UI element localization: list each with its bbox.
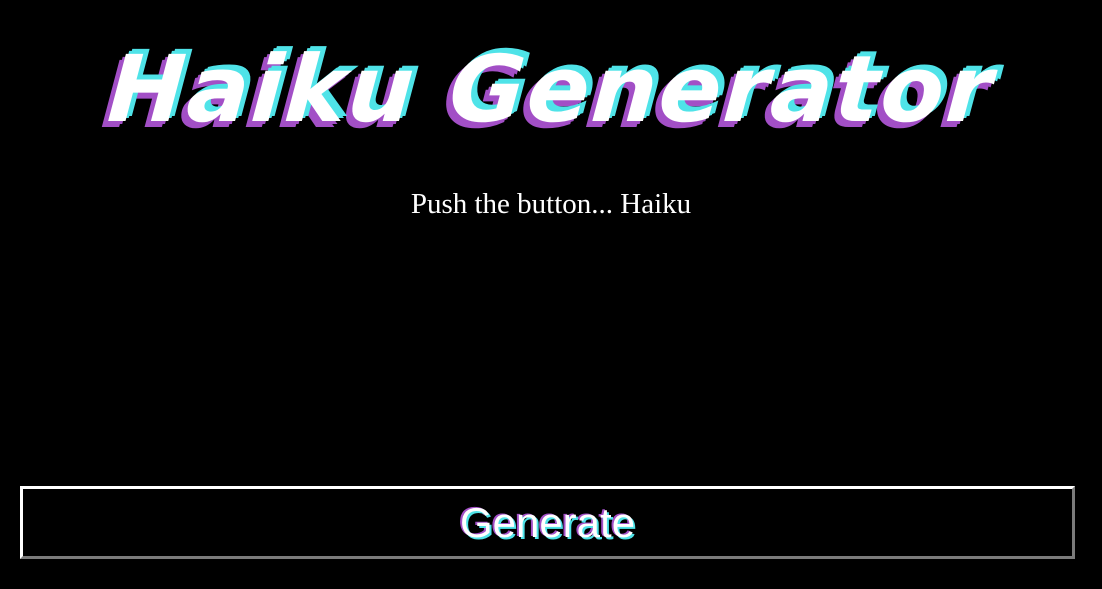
page-subtitle: Push the button... Haiku bbox=[410, 188, 692, 220]
haiku-generator-page: Haiku Generator Push the button... Haiku… bbox=[0, 0, 1102, 589]
generate-button[interactable]: Generate bbox=[20, 486, 1075, 559]
page-title: Haiku Generator bbox=[104, 36, 998, 143]
